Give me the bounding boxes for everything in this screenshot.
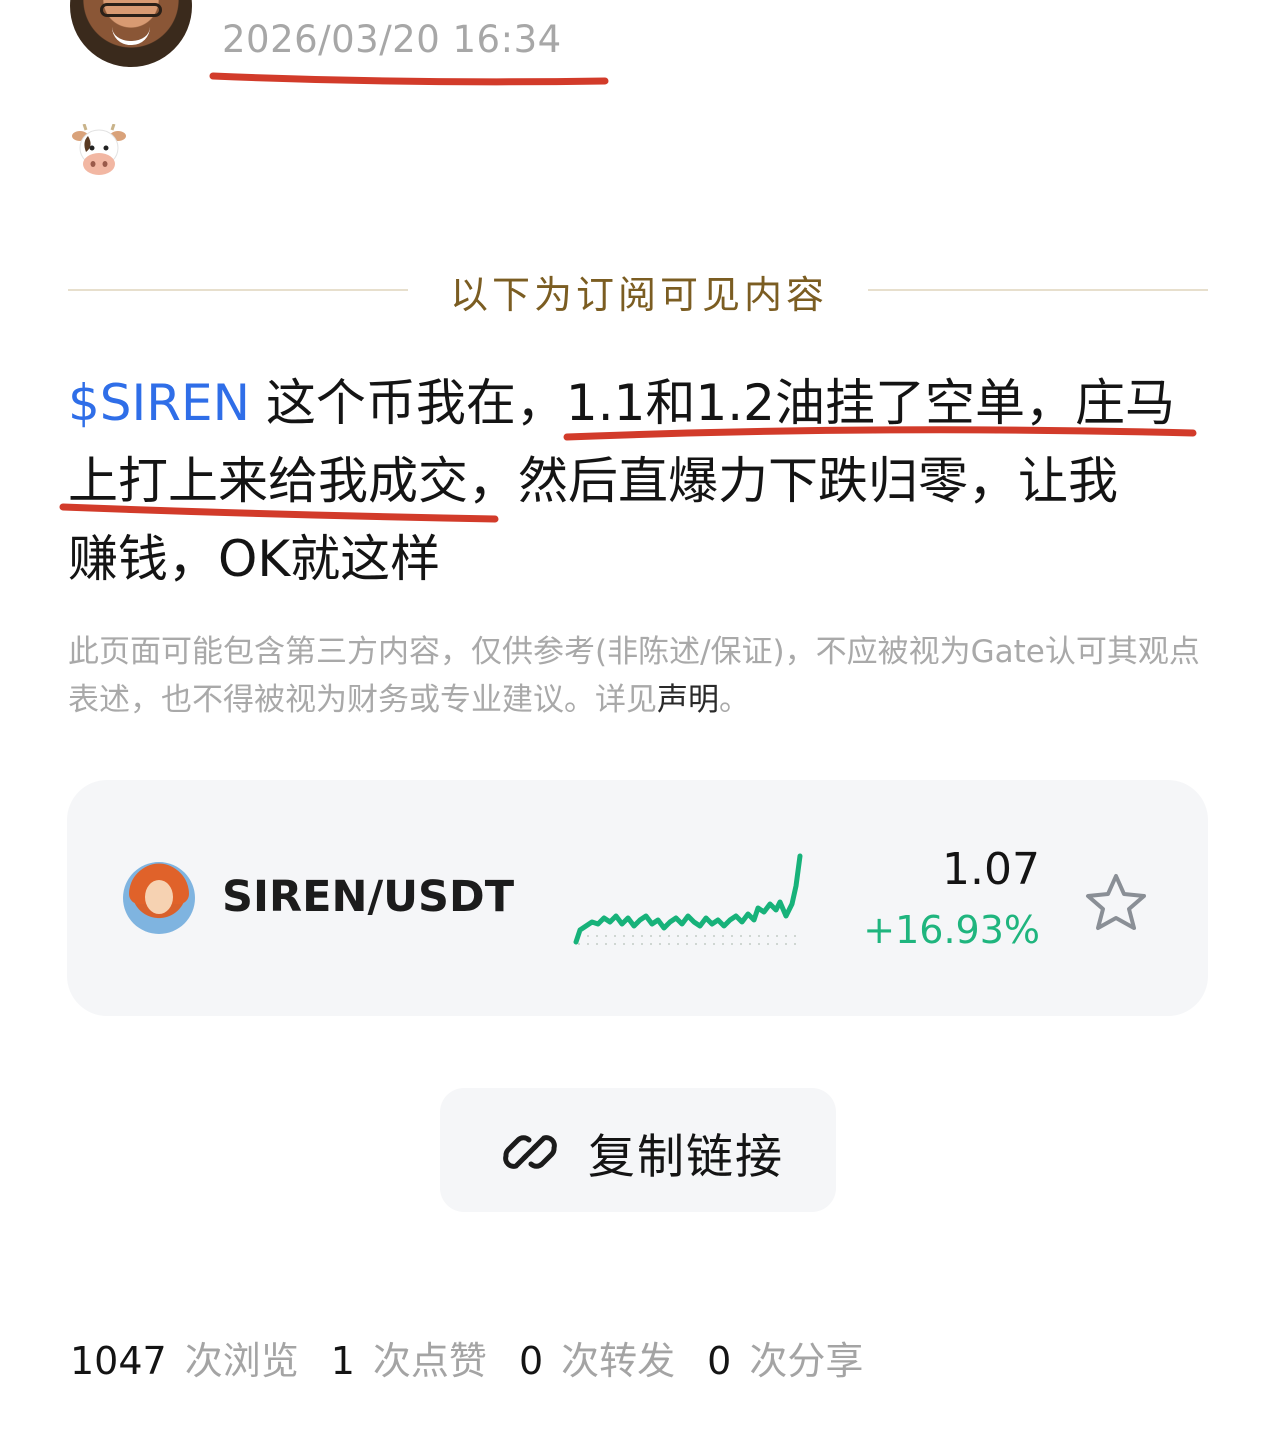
subscriber-content-divider: 以下为订阅可见内容 (449, 273, 828, 317)
statement-link[interactable]: 声明 (657, 682, 719, 718)
trading-pair[interactable]: SIREN/USDT (222, 872, 514, 922)
avatar-smile (112, 27, 150, 45)
shares-label: 次分享 (749, 1339, 864, 1383)
copy-link-label[interactable]: 复制链接 (588, 1118, 784, 1187)
reposts-count: 0 (518, 1339, 544, 1383)
shares-count: 0 (707, 1339, 732, 1383)
star-icon[interactable] (1084, 872, 1148, 932)
post-timestamp: 2026/03/20 16:34 (222, 18, 562, 61)
siren-coin-logo (123, 862, 195, 934)
views-count: 1047 (70, 1339, 167, 1383)
views-label: 次浏览 (184, 1339, 299, 1383)
link-icon (503, 1135, 557, 1169)
coin-logo-face (145, 880, 173, 914)
likes-count: 1 (330, 1339, 355, 1383)
third-party-disclaimer: 此页面可能包含第三方内容，仅供参考(非陈述/保证)，不应被视为Gate认可其观点… (68, 634, 1200, 718)
price-change: +16.93% (863, 908, 1040, 952)
cow-emoji-icon (72, 124, 126, 175)
avatar-glasses (100, 3, 162, 17)
author-avatar[interactable] (70, 0, 192, 67)
likes-label: 次点赞 (372, 1339, 487, 1383)
price-sparkline (573, 853, 803, 945)
divider-line-right (868, 289, 1208, 291)
post-stats: 1047 次浏览 1 次点赞 0 次转发 0 次分享 (70, 1330, 895, 1385)
reposts-label: 次转发 (561, 1339, 676, 1383)
last-price: 1.07 (942, 844, 1040, 895)
post-underline-annotation (59, 426, 1197, 523)
timestamp-underline-annotation (209, 72, 609, 86)
